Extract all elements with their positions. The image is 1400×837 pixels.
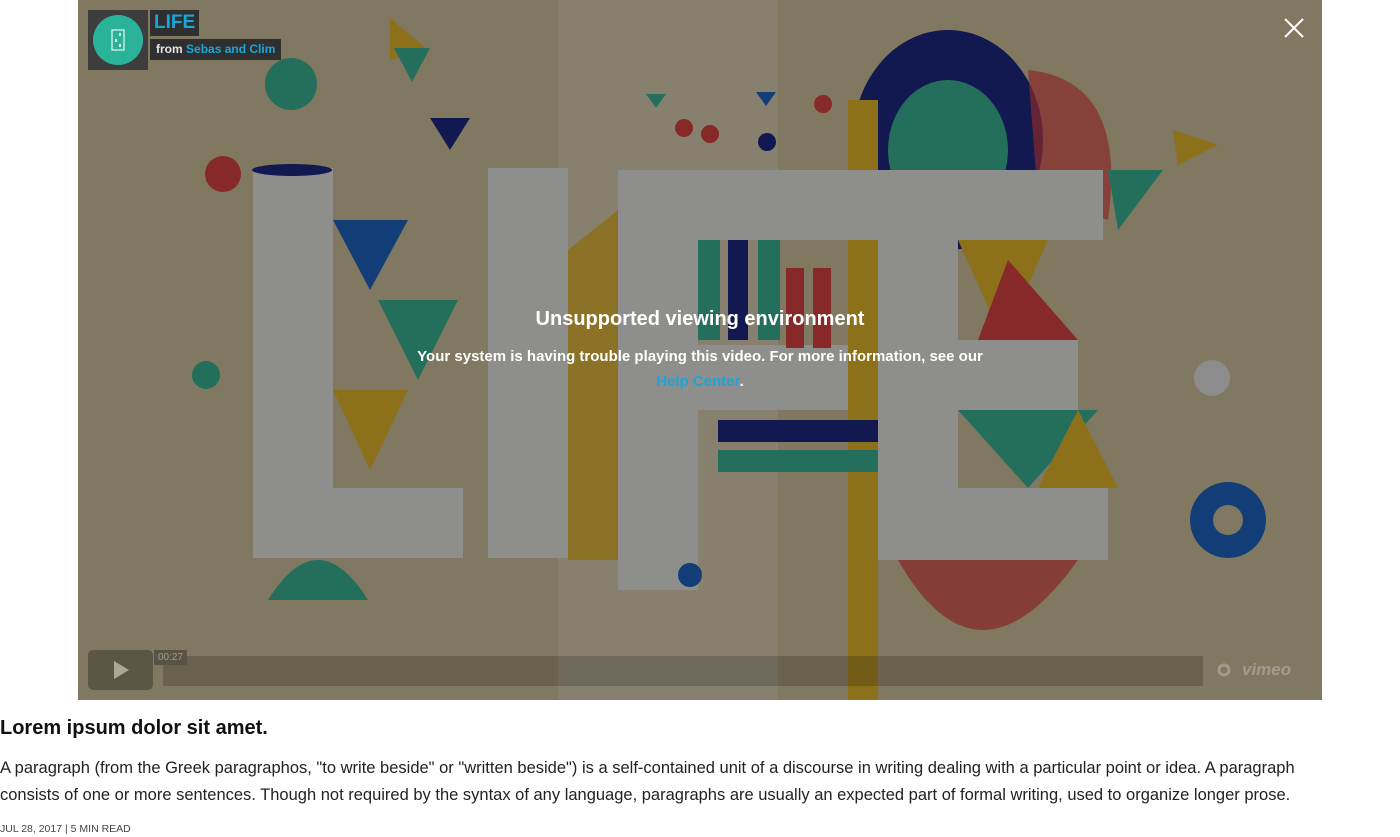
video-title[interactable]: LIFE — [150, 10, 200, 36]
progress-bar[interactable] — [163, 656, 1203, 686]
author-link[interactable]: Sebas and Clim — [186, 42, 275, 56]
player-controls: 00:27 vimeo — [88, 650, 1312, 690]
byline-prefix: from — [156, 42, 183, 56]
error-suffix: . — [739, 373, 744, 390]
play-button[interactable] — [88, 650, 153, 690]
error-title: Unsupported viewing environment — [535, 308, 865, 330]
channel-avatar[interactable] — [88, 10, 148, 70]
close-icon — [1284, 18, 1304, 38]
close-button[interactable] — [1282, 16, 1306, 40]
article-body: A paragraph (from the Greek paragraphos,… — [0, 759, 1295, 804]
video-byline: from Sebas and Clim — [150, 39, 282, 60]
error-text: Your system is having trouble playing th… — [417, 348, 983, 365]
help-center-link[interactable]: Help Center — [656, 373, 739, 390]
error-description: Your system is having trouble playing th… — [78, 344, 1322, 394]
gear-icon — [1217, 663, 1231, 677]
article-title: Lorem ipsum dolor sit amet. — [0, 717, 268, 739]
video-player[interactable]: LIFE from Sebas and Clim Unsupported vie… — [78, 0, 1322, 700]
vimeo-logo[interactable]: vimeo — [1242, 660, 1291, 680]
channel-logo-icon — [93, 15, 143, 65]
meta-separator: | — [65, 823, 68, 835]
settings-button[interactable] — [1216, 662, 1232, 678]
read-time: 5 MIN READ — [70, 823, 131, 835]
publish-date: JUL 28, 2017 — [0, 823, 63, 835]
error-message: Unsupported viewing environment Your sys… — [78, 306, 1322, 394]
play-icon — [113, 661, 129, 679]
timecode: 00:27 — [154, 650, 188, 665]
article-meta: JUL 28, 2017 | 5 MIN READ — [0, 822, 131, 836]
